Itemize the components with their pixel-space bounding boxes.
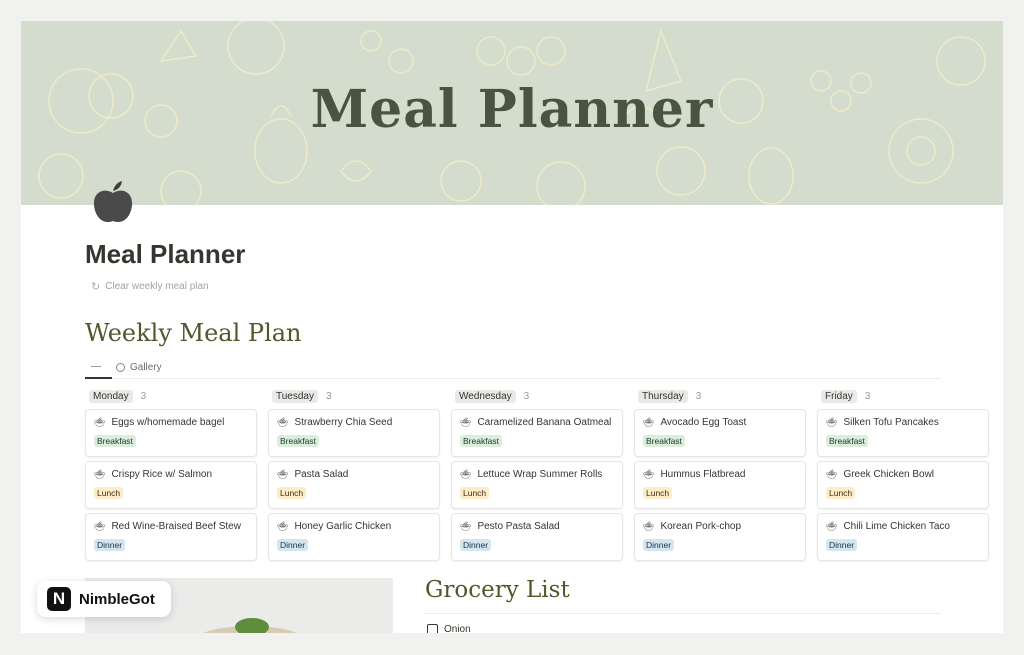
meal-card[interactable]: 🍲︎ Korean Pork-chop Dinner	[634, 513, 806, 561]
pot-icon: 🍲︎	[826, 417, 838, 427]
meal-tag: Dinner	[826, 539, 858, 551]
meal-card[interactable]: 🍲︎ Strawberry Chia Seed Breakfast	[268, 409, 440, 457]
nimblegot-watermark: N NimbleGot	[37, 581, 171, 617]
meal-card[interactable]: 🍲︎ Hummus Flatbread Lunch	[634, 461, 806, 509]
herb-garnish	[235, 618, 269, 633]
grocery-item-label: Onion	[444, 624, 471, 633]
pot-icon: 🍲︎	[460, 417, 472, 427]
view-tabs: — Gallery	[85, 357, 941, 379]
meal-tag: Lunch	[277, 487, 307, 499]
column-count: 3	[864, 390, 871, 402]
checkbox[interactable]	[427, 624, 438, 633]
meal-tag: Breakfast	[826, 435, 868, 447]
watermark-brand: NimbleGot	[79, 590, 155, 608]
column-count: 3	[325, 390, 332, 402]
column-label[interactable]: Monday	[89, 389, 133, 403]
meal-card[interactable]: 🍲︎ Silken Tofu Pancakes Breakfast	[817, 409, 989, 457]
gallery-icon	[116, 363, 125, 372]
weekly-meal-plan-heading: Weekly Meal Plan	[85, 319, 302, 347]
divider	[425, 613, 941, 614]
clear-button-label: Clear weekly meal plan	[105, 280, 209, 292]
pot-icon: 🍲︎	[94, 417, 106, 427]
pot-icon: 🍲︎	[826, 469, 838, 479]
meal-board: Monday 3 🍲︎ Eggs w/homemade bagel Breakfast…	[85, 388, 989, 565]
pot-icon: 🍲︎	[643, 469, 655, 479]
meal-card[interactable]: 🍲︎ Pesto Pasta Salad Dinner	[451, 513, 623, 561]
meal-tag: Breakfast	[643, 435, 685, 447]
meal-card[interactable]: 🍲︎ Pasta Salad Lunch	[268, 461, 440, 509]
grocery-item[interactable]: Onion	[427, 624, 471, 633]
column-label[interactable]: Wednesday	[455, 389, 516, 403]
column-count: 3	[695, 390, 702, 402]
board-column-thursday: Thursday 3 🍲︎ Avocado Egg Toast Breakfast 🍲…	[634, 388, 806, 565]
pot-icon: 🍲︎	[643, 417, 655, 427]
meal-card[interactable]: 🍲︎ Crispy Rice w/ Salmon Lunch	[85, 461, 257, 509]
pot-icon: 🍲︎	[277, 521, 289, 531]
column-label[interactable]: Thursday	[638, 389, 688, 403]
pot-icon: 🍲︎	[460, 521, 472, 531]
tab-gallery-label: Gallery	[130, 362, 162, 373]
board-column-wednesday: Wednesday 3 🍲︎ Caramelized Banana Oatmeal B…	[451, 388, 623, 565]
meal-tag: Dinner	[643, 539, 675, 551]
clear-weekly-plan-button[interactable]: ↻ Clear weekly meal plan	[85, 276, 215, 296]
pot-icon: 🍲︎	[460, 469, 472, 479]
column-count: 3	[523, 390, 530, 402]
meal-card[interactable]: 🍲︎ Caramelized Banana Oatmeal Breakfast	[451, 409, 623, 457]
meal-card[interactable]: 🍲︎ Red Wine-Braised Beef Stew Dinner	[85, 513, 257, 561]
meal-card[interactable]: 🍲︎ Honey Garlic Chicken Dinner	[268, 513, 440, 561]
page-frame: Meal Planner Meal Planner ↻ Clear weekly…	[21, 21, 1003, 633]
meal-tag: Breakfast	[460, 435, 502, 447]
pot-icon: 🍲︎	[826, 521, 838, 531]
meal-tag: Breakfast	[277, 435, 319, 447]
grocery-list-heading: Grocery List	[425, 577, 570, 603]
meal-card[interactable]: 🍲︎ Greek Chicken Bowl Lunch	[817, 461, 989, 509]
banner-title: Meal Planner	[310, 79, 714, 140]
apple-icon[interactable]	[91, 179, 135, 225]
meal-card[interactable]: 🍲︎ Chili Lime Chicken Taco Dinner	[817, 513, 989, 561]
tab-gallery[interactable]: Gallery	[112, 357, 166, 379]
board-column-tuesday: Tuesday 3 🍲︎ Strawberry Chia Seed Breakfast…	[268, 388, 440, 565]
page-title: Meal Planner	[85, 239, 246, 269]
board-column-friday: Friday 3 🍲︎ Silken Tofu Pancakes Breakfast …	[817, 388, 989, 565]
meal-tag: Breakfast	[94, 435, 136, 447]
meal-tag: Lunch	[826, 487, 856, 499]
pot-icon: 🍲︎	[277, 417, 289, 427]
column-count: 3	[140, 390, 147, 402]
board-column-monday: Monday 3 🍲︎ Eggs w/homemade bagel Breakfast…	[85, 388, 257, 565]
meal-tag: Dinner	[94, 539, 126, 551]
nimblegot-logo-icon: N	[47, 587, 71, 611]
column-label[interactable]: Tuesday	[272, 389, 318, 403]
meal-tag: Lunch	[643, 487, 673, 499]
meal-tag: Lunch	[94, 487, 124, 499]
meal-tag: Dinner	[460, 539, 492, 551]
meal-card[interactable]: 🍲︎ Eggs w/homemade bagel Breakfast	[85, 409, 257, 457]
pot-icon: 🍲︎	[643, 521, 655, 531]
tab-board[interactable]: —	[85, 357, 112, 379]
meal-tag: Dinner	[277, 539, 309, 551]
meal-card[interactable]: 🍲︎ Avocado Egg Toast Breakfast	[634, 409, 806, 457]
board-icon: —	[91, 361, 101, 372]
meal-card[interactable]: 🍲︎ Lettuce Wrap Summer Rolls Lunch	[451, 461, 623, 509]
pot-icon: 🍲︎	[94, 469, 106, 479]
pot-icon: 🍲︎	[277, 469, 289, 479]
refresh-icon: ↻	[91, 280, 101, 293]
cover-banner[interactable]: Meal Planner	[21, 21, 1003, 205]
column-label[interactable]: Friday	[821, 389, 857, 403]
pot-icon: 🍲︎	[94, 521, 106, 531]
meal-tag: Lunch	[460, 487, 490, 499]
